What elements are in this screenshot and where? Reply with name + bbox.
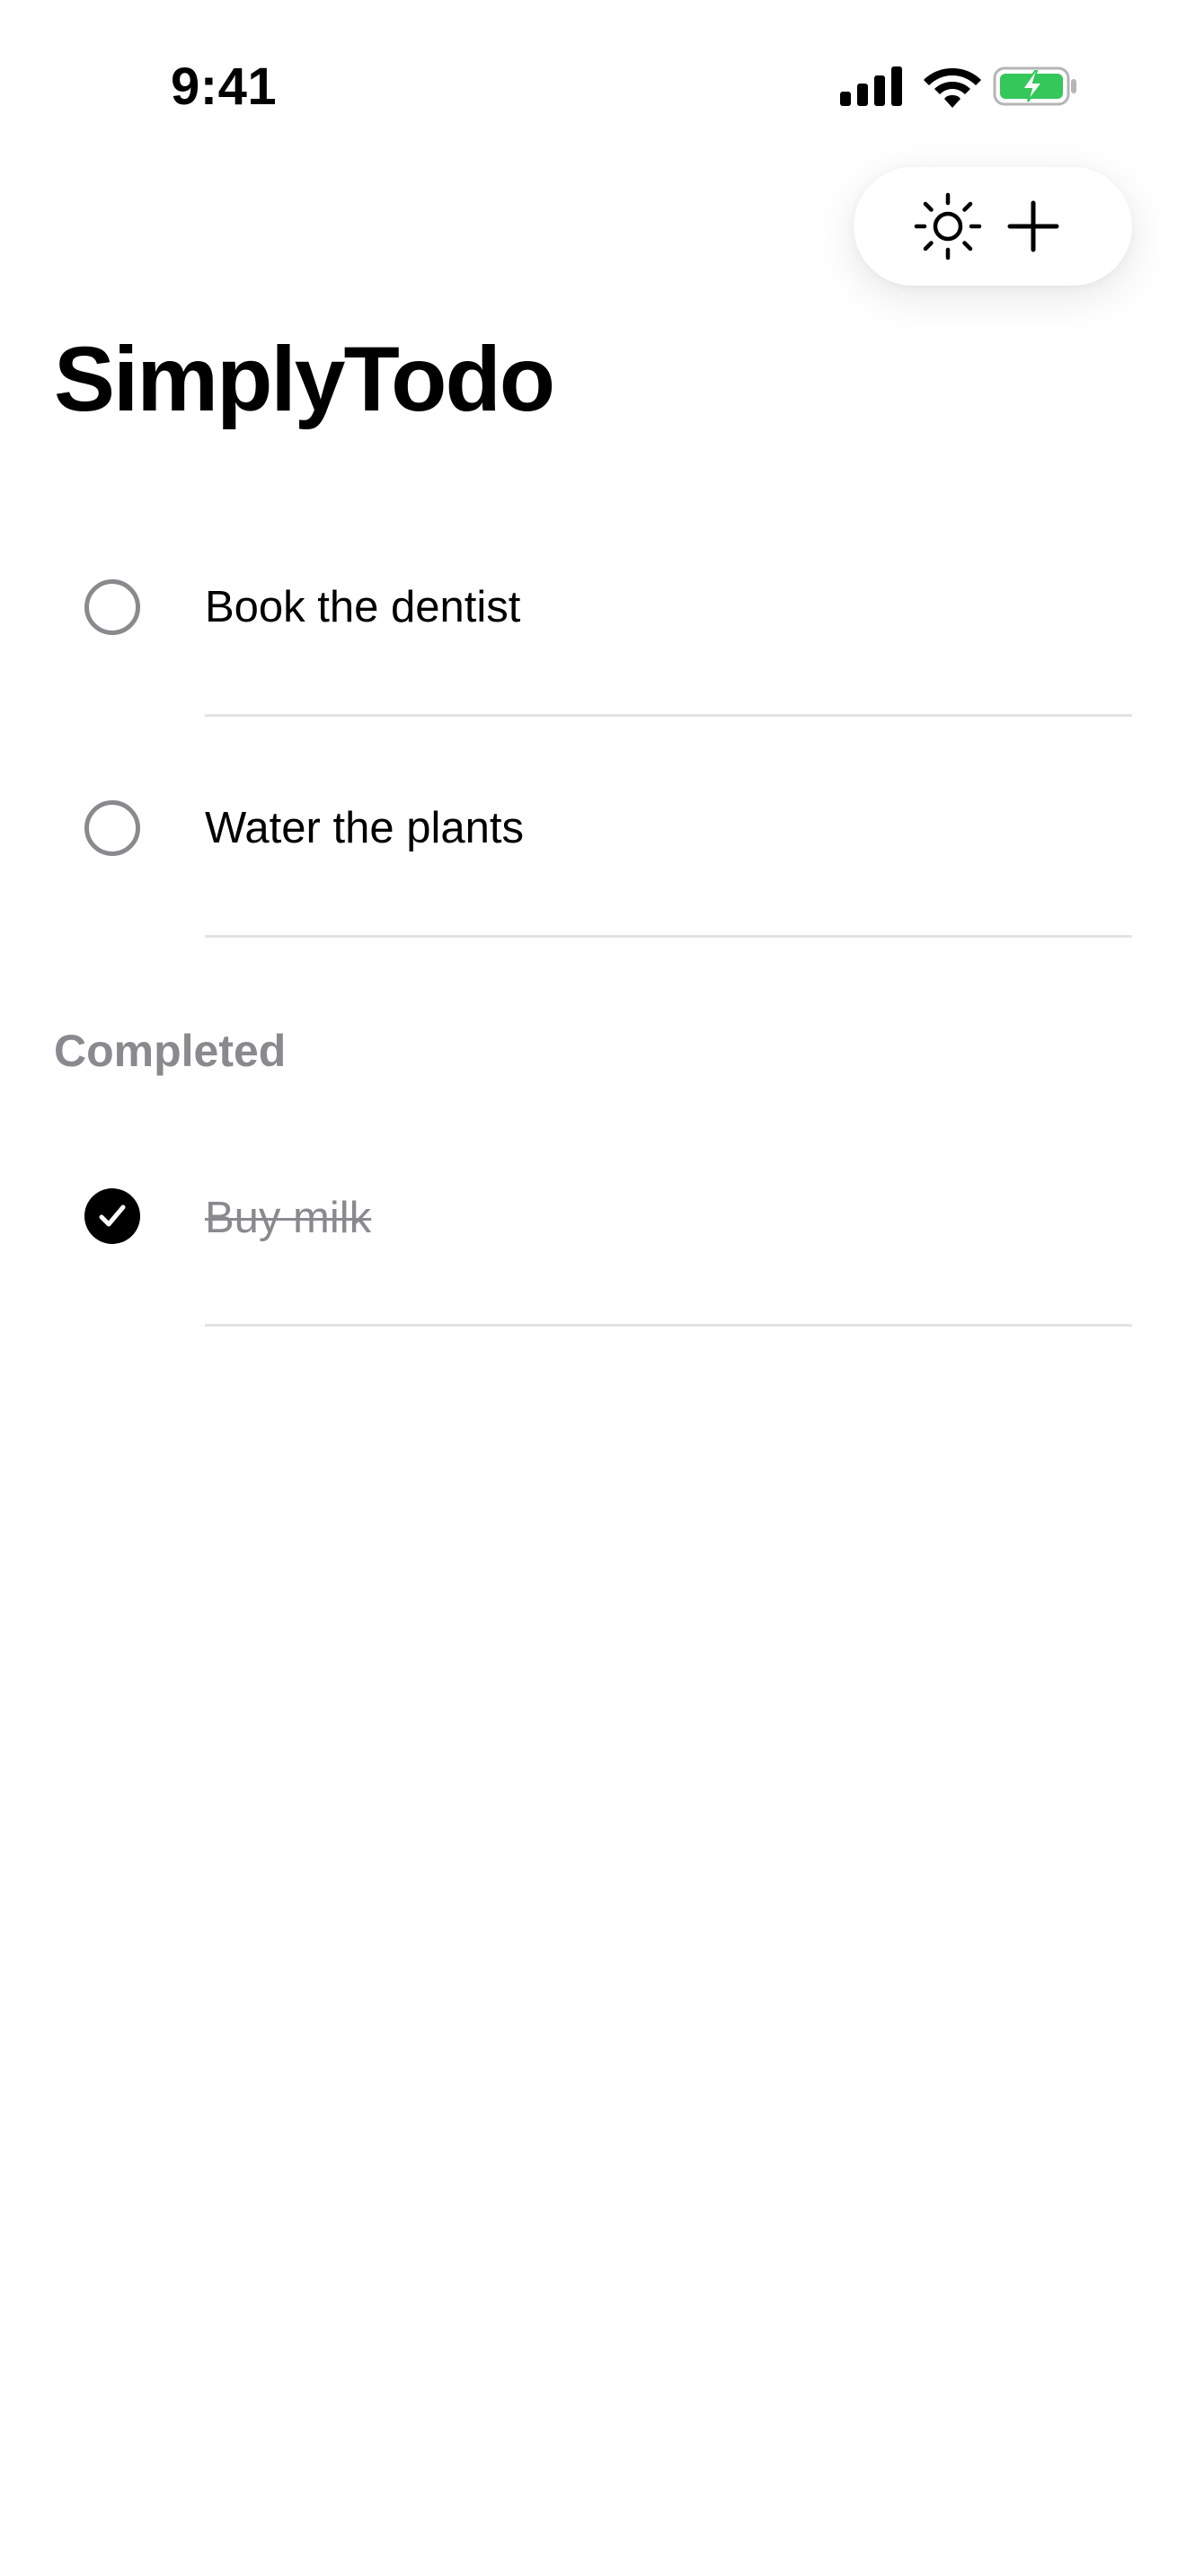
toolbar bbox=[854, 167, 1132, 286]
completed-section-header: Completed bbox=[54, 1026, 287, 1076]
divider bbox=[205, 1324, 1132, 1327]
wifi-icon bbox=[924, 68, 981, 108]
status-icons bbox=[836, 59, 1078, 113]
todo-label-completed: Buy milk bbox=[205, 1194, 372, 1242]
status-bar: 9:41 bbox=[0, 0, 1186, 171]
sun-icon bbox=[914, 192, 982, 260]
checkmark-icon bbox=[99, 1204, 126, 1227]
todo-label: Book the dentist bbox=[205, 583, 521, 631]
todo-item[interactable]: Book the dentist bbox=[0, 539, 1186, 674]
divider bbox=[205, 935, 1132, 938]
checkbox-checked-icon[interactable] bbox=[84, 1188, 140, 1244]
checkbox-unchecked-icon[interactable] bbox=[84, 579, 140, 635]
todo-label: Water the plants bbox=[205, 804, 524, 852]
divider bbox=[205, 714, 1132, 717]
theme-toggle-button[interactable] bbox=[912, 190, 984, 262]
status-time: 9:41 bbox=[171, 57, 278, 116]
todo-item-completed[interactable]: Buy milk bbox=[0, 1148, 1186, 1283]
battery-charging-icon bbox=[993, 66, 1076, 106]
page-title: SimplyTodo bbox=[54, 328, 555, 430]
todo-item[interactable]: Water the plants bbox=[0, 760, 1186, 895]
checkbox-unchecked-icon[interactable] bbox=[84, 800, 140, 856]
add-todo-button[interactable] bbox=[997, 190, 1069, 262]
plus-icon bbox=[1007, 200, 1059, 252]
cellular-signal-icon bbox=[840, 66, 902, 106]
